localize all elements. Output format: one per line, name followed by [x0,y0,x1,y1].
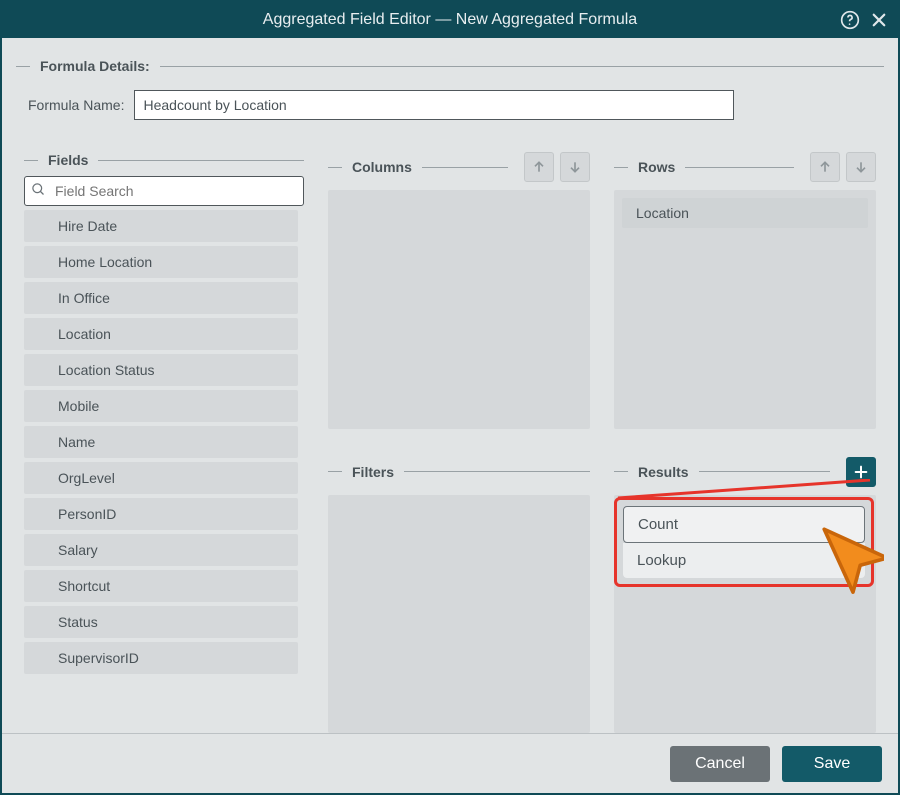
formula-name-row: Formula Name: [16,82,884,142]
formula-name-label: Formula Name: [28,97,124,113]
formula-details-header: Formula Details: [16,58,884,74]
results-header: Results [614,457,876,487]
add-result-button[interactable] [846,457,876,487]
field-item[interactable]: SupervisorID [24,642,298,674]
menu-item-count[interactable]: Count [623,506,865,543]
section-label: Formula Details: [40,58,150,74]
titlebar: Aggregated Field Editor — New Aggregated… [2,2,898,38]
section-label: Columns [352,159,412,175]
filters-dropzone[interactable] [328,495,590,734]
dialog-footer: Cancel Save [2,733,898,793]
help-icon[interactable] [840,10,860,30]
field-search-input[interactable] [24,176,304,206]
rows-dropzone[interactable]: Location [614,190,876,429]
editor-window: Aggregated Field Editor — New Aggregated… [0,0,900,795]
window-title: Aggregated Field Editor — New Aggregated… [263,11,637,29]
section-label: Filters [352,464,394,480]
close-icon[interactable] [870,11,888,29]
editor-body: Formula Details: Formula Name: Fields [2,38,898,733]
results-add-menu: Count Lookup [614,497,874,587]
field-item[interactable]: Location [24,318,298,350]
field-item[interactable]: OrgLevel [24,462,298,494]
columns-dropzone[interactable] [328,190,590,429]
row-chip-location[interactable]: Location [622,198,868,228]
rows-move-down-button[interactable] [846,152,876,182]
field-item[interactable]: Shortcut [24,570,298,602]
rows-move-up-button[interactable] [810,152,840,182]
save-button[interactable]: Save [782,746,882,782]
field-item[interactable]: PersonID [24,498,298,530]
field-item[interactable]: Location Status [24,354,298,386]
menu-item-lookup[interactable]: Lookup [623,543,865,578]
field-list[interactable]: Hire Date Home Location In Office Locati… [24,210,304,733]
columns-header: Columns [328,152,590,182]
field-item[interactable]: Hire Date [24,210,298,242]
formula-name-input[interactable] [134,90,734,120]
section-label: Fields [48,152,88,168]
field-item[interactable]: Home Location [24,246,298,278]
filters-header: Filters [328,457,590,487]
field-item[interactable]: Mobile [24,390,298,422]
field-item[interactable]: Name [24,426,298,458]
columns-move-up-button[interactable] [524,152,554,182]
section-label: Results [638,464,689,480]
columns-move-down-button[interactable] [560,152,590,182]
field-item[interactable]: Status [24,606,298,638]
field-search-wrap [24,176,304,206]
results-dropzone[interactable]: Count Lookup [614,495,876,734]
rows-header: Rows [614,152,876,182]
field-item[interactable]: In Office [24,282,298,314]
search-icon [31,182,46,200]
field-item[interactable]: Salary [24,534,298,566]
cancel-button[interactable]: Cancel [670,746,770,782]
fields-header: Fields [24,152,304,168]
section-label: Rows [638,159,675,175]
